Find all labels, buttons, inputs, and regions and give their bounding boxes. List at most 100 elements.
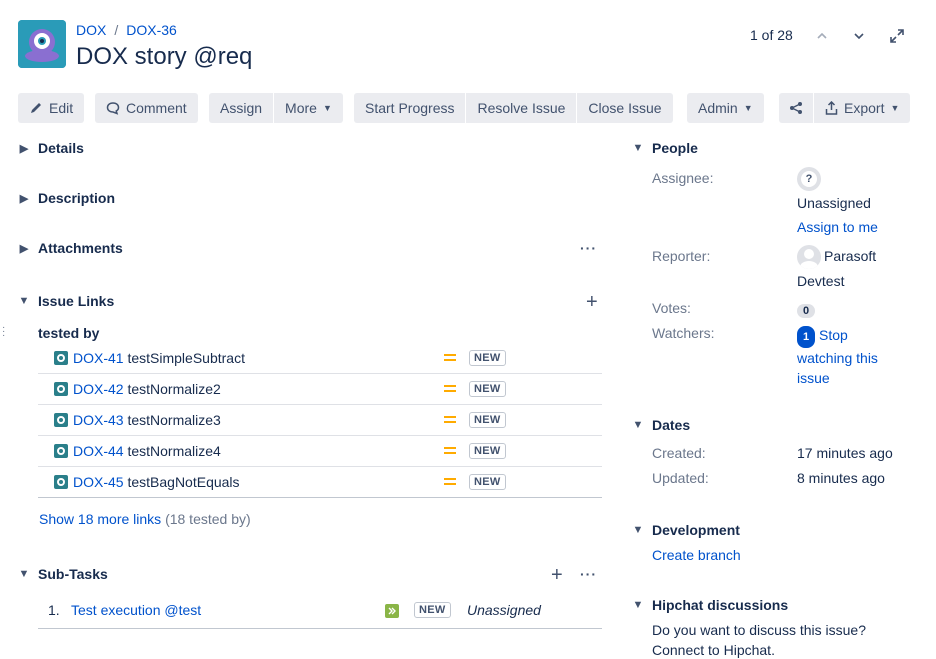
chevron-right-icon: ▶	[19, 192, 29, 205]
breadcrumb-separator: /	[114, 22, 119, 38]
description-heading: Description	[38, 190, 116, 206]
close-issue-label: Close Issue	[588, 100, 662, 116]
reporter-label: Reporter:	[652, 248, 711, 264]
project-avatar-icon	[18, 20, 66, 68]
dates-section-toggle[interactable]: ▼ Dates	[632, 417, 691, 433]
edit-button[interactable]: Edit	[18, 93, 85, 123]
link-issue-summary: testSimpleSubtract	[127, 350, 245, 366]
priority-medium-icon	[444, 447, 456, 455]
stop-watching-link-line3[interactable]: issue	[797, 370, 830, 386]
previous-issue-button[interactable]	[812, 26, 832, 46]
issue-link-row[interactable]: DOX-45 testBagNotEquals NEW	[38, 467, 602, 498]
people-heading: People	[652, 140, 698, 156]
more-label: More	[285, 100, 317, 116]
dates-heading: Dates	[652, 417, 691, 433]
reporter-avatar	[797, 245, 821, 269]
issue-links-heading: Issue Links	[38, 293, 115, 309]
link-issue-key[interactable]: DOX-45	[73, 474, 124, 490]
show-more-links-button[interactable]: Show 18 more links	[39, 511, 161, 527]
test-execution-icon	[385, 604, 399, 618]
assign-button[interactable]: Assign	[209, 93, 274, 123]
breadcrumb-project[interactable]: DOX	[76, 22, 106, 38]
drag-handle-icon[interactable]: · · ·	[2, 323, 5, 341]
assignee-value: Unassigned	[797, 195, 871, 211]
start-progress-button[interactable]: Start Progress	[354, 93, 466, 123]
hipchat-section-toggle[interactable]: ▼ Hipchat discussions	[632, 597, 789, 613]
assign-to-me-link[interactable]: Assign to me	[797, 219, 878, 235]
reporter-name-line2: Devtest	[797, 273, 845, 289]
issue-links-section-toggle[interactable]: ▼ Issue Links	[18, 293, 115, 309]
add-link-button[interactable]: +	[586, 292, 598, 312]
attachments-section-toggle[interactable]: ▶ Attachments	[18, 240, 123, 256]
people-section-toggle[interactable]: ▼ People	[632, 140, 698, 156]
sub-task-summary[interactable]: Test execution @test	[71, 602, 201, 618]
status-badge: NEW	[469, 381, 506, 397]
chevron-right-icon: ▶	[19, 242, 29, 255]
priority-medium-icon	[444, 478, 456, 486]
issue-link-row[interactable]: DOX-44 testNormalize4 NEW	[38, 436, 602, 467]
sub-task-row[interactable]: 1. Test execution @test NEW Unassigned	[38, 592, 602, 629]
link-issue-key[interactable]: DOX-44	[73, 443, 124, 459]
updated-value: 8 minutes ago	[797, 470, 885, 486]
start-progress-label: Start Progress	[365, 100, 455, 116]
create-branch-link[interactable]: Create branch	[652, 547, 741, 563]
export-button[interactable]: Export ▼	[814, 93, 911, 123]
attachments-more-button[interactable]: ···	[580, 240, 597, 256]
link-issue-summary: testNormalize4	[127, 443, 221, 459]
status-badge: NEW	[414, 602, 451, 618]
sub-tasks-section-toggle[interactable]: ▼ Sub-Tasks	[18, 566, 108, 582]
chevron-down-icon	[854, 33, 864, 39]
priority-medium-icon	[444, 354, 456, 362]
add-sub-task-button[interactable]: +	[551, 565, 563, 585]
breadcrumb-issue[interactable]: DOX-36	[126, 22, 177, 38]
chevron-down-icon: ▼	[632, 524, 644, 536]
question-icon: ?	[801, 171, 817, 187]
status-badge: NEW	[469, 443, 506, 459]
share-button[interactable]	[779, 93, 813, 123]
more-button[interactable]: More ▼	[274, 93, 343, 123]
page-title: DOX story @req	[76, 43, 253, 70]
share-icon	[790, 102, 802, 114]
comment-button[interactable]: Comment	[95, 93, 198, 123]
show-more-links-note: (18 tested by)	[165, 511, 251, 527]
stop-watching-link-line1[interactable]: Stop	[819, 327, 848, 343]
link-issue-key[interactable]: DOX-42	[73, 381, 124, 397]
hipchat-text-line1: Do you want to discuss this issue?	[652, 622, 866, 638]
votes-label: Votes:	[652, 300, 691, 316]
show-more-links: Show 18 more links (18 tested by)	[39, 511, 251, 527]
chevron-down-icon: ▼	[632, 419, 644, 431]
issue-link-row[interactable]: DOX-42 testNormalize2 NEW	[38, 374, 602, 405]
development-section-toggle[interactable]: ▼ Development	[632, 522, 740, 538]
assignee-label: Assignee:	[652, 170, 714, 186]
next-issue-button[interactable]	[849, 26, 869, 46]
updated-label: Updated:	[652, 470, 709, 486]
description-section-toggle[interactable]: ▶ Description	[18, 190, 115, 206]
test-issue-type-icon	[54, 475, 68, 489]
chevron-down-icon: ▼	[632, 599, 644, 611]
test-issue-type-icon	[54, 444, 68, 458]
issue-link-row[interactable]: DOX-41 testSimpleSubtract NEW	[38, 343, 602, 374]
watchers-count-badge[interactable]: 1	[797, 326, 816, 348]
expand-button[interactable]	[887, 26, 907, 46]
issue-link-row[interactable]: DOX-43 testNormalize3 NEW	[38, 405, 602, 436]
expand-icon	[890, 29, 904, 43]
workflow-group: Start Progress Resolve Issue Close Issue	[354, 93, 673, 123]
pencil-icon	[31, 103, 41, 113]
resolve-issue-button[interactable]: Resolve Issue	[466, 93, 577, 123]
resolve-issue-label: Resolve Issue	[477, 100, 566, 116]
project-avatar[interactable]	[18, 20, 66, 68]
pager-text: 1 of 28	[750, 27, 793, 43]
votes-count[interactable]: 0	[797, 301, 816, 318]
admin-label: Admin	[698, 100, 738, 116]
details-section-toggle[interactable]: ▶ Details	[18, 140, 84, 156]
close-issue-button[interactable]: Close Issue	[577, 93, 673, 123]
export-icon	[825, 101, 838, 115]
admin-button[interactable]: Admin ▼	[687, 93, 764, 123]
sub-tasks-more-button[interactable]: ···	[580, 566, 597, 582]
attachments-heading: Attachments	[38, 240, 123, 256]
hipchat-text-line2: Connect to Hipchat.	[652, 642, 775, 658]
link-issue-key[interactable]: DOX-43	[73, 412, 124, 428]
link-issue-key[interactable]: DOX-41	[73, 350, 124, 366]
chevron-down-icon: ▼	[18, 295, 30, 307]
stop-watching-link-line2[interactable]: watching this	[797, 350, 878, 366]
